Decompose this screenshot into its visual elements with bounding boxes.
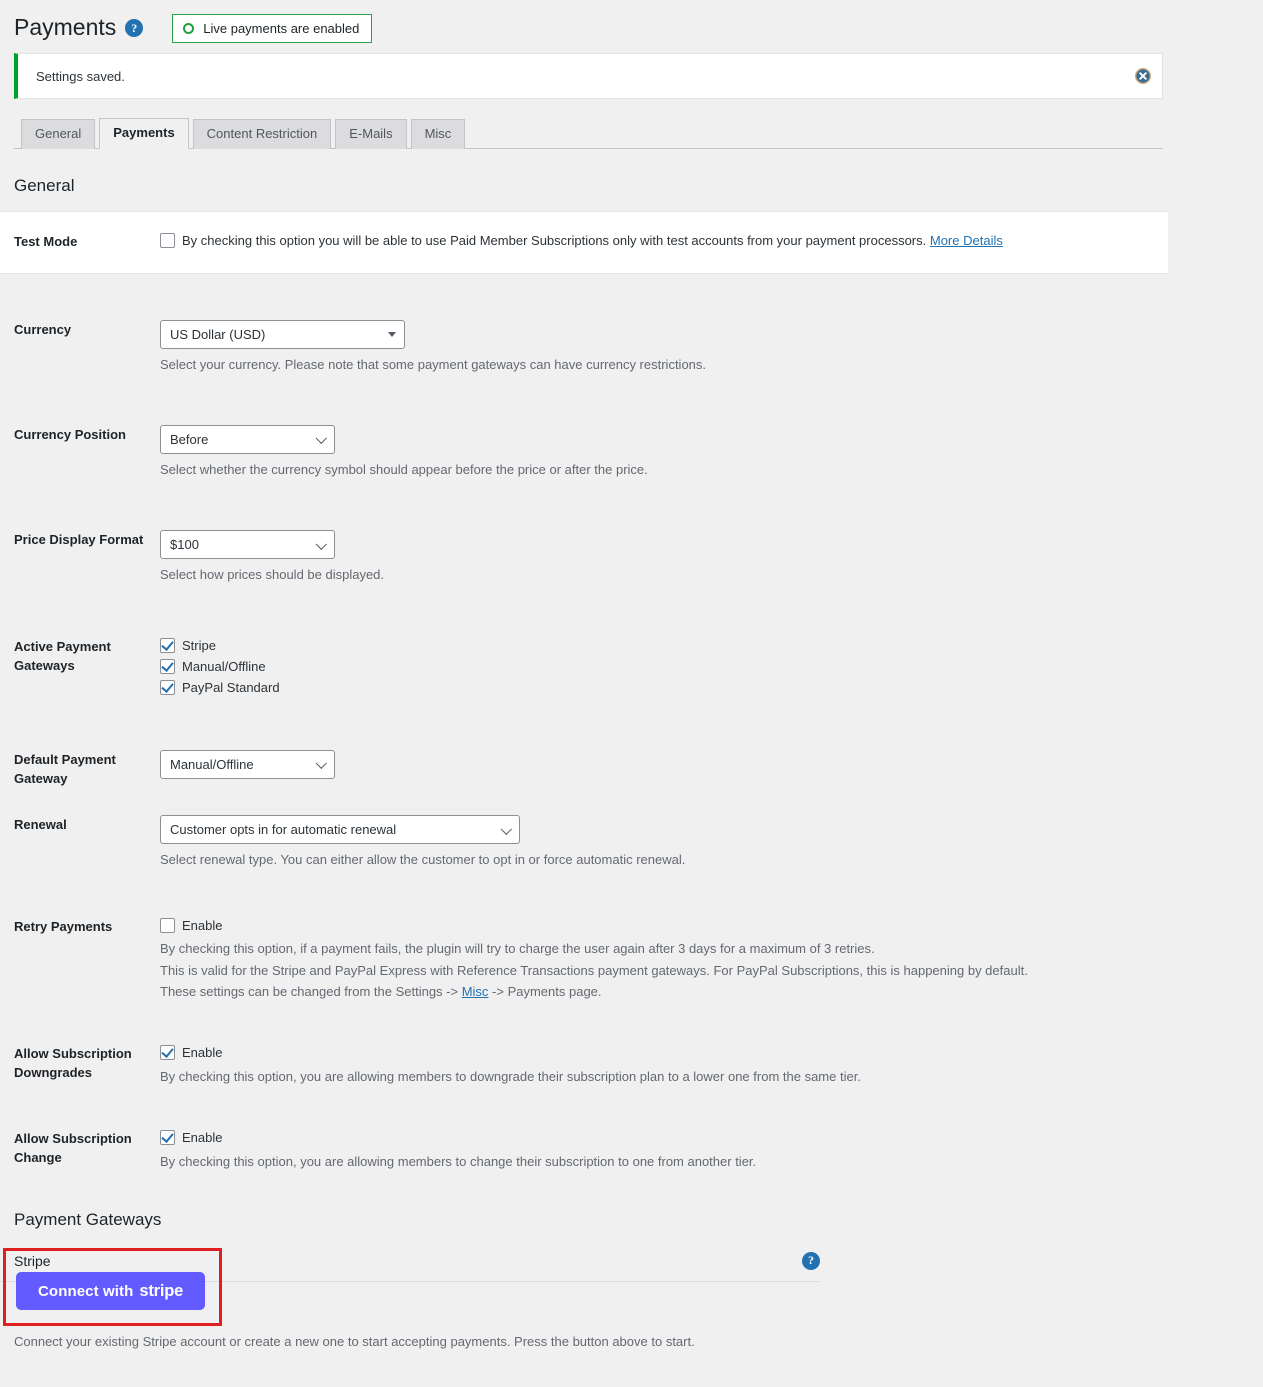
settings-saved-notice: Settings saved. bbox=[14, 53, 1163, 99]
notice-text: Settings saved. bbox=[36, 68, 125, 84]
section-title-payment-gateways: Payment Gateways bbox=[14, 1209, 162, 1229]
allow-downgrades-checkbox-label: Enable bbox=[182, 1044, 223, 1060]
gateway-checkbox-manual-offline[interactable] bbox=[160, 659, 175, 675]
retry-payments-description-line1: By checking this option, if a payment fa… bbox=[160, 941, 875, 957]
label-active-payment-gateways: Active Payment Gateways bbox=[14, 639, 111, 674]
close-circle-icon-svg bbox=[1135, 68, 1151, 84]
general-settings-table: Test Mode By checking this option you wi… bbox=[0, 211, 1168, 1172]
chevron-down-icon bbox=[315, 433, 327, 445]
chevron-down-icon bbox=[315, 538, 327, 550]
allow-downgrades-checkbox-line: Enable bbox=[160, 1044, 1168, 1063]
price-display-format-select-value: $100 bbox=[170, 537, 199, 553]
row-renewal: Renewal Customer opts in for automatic r… bbox=[0, 788, 1168, 870]
label-renewal: Renewal bbox=[14, 817, 67, 833]
gateway-checkbox-stripe[interactable] bbox=[160, 638, 175, 654]
allow-change-checkbox-line: Enable bbox=[160, 1129, 1168, 1148]
row-retry-payments: Retry Payments Enable By checking this o… bbox=[0, 871, 1168, 1002]
allow-change-checkbox-label: Enable bbox=[182, 1129, 223, 1145]
test-mode-checkbox[interactable] bbox=[160, 233, 175, 248]
chevron-down-icon bbox=[388, 332, 396, 338]
close-circle-icon[interactable] bbox=[1134, 67, 1152, 85]
page-title: Payments bbox=[14, 14, 117, 41]
chevron-down-icon bbox=[315, 757, 327, 770]
test-mode-description: By checking this option you will be able… bbox=[182, 233, 927, 248]
retry-payments-description-line3: These settings can be changed from the S… bbox=[160, 982, 1168, 1002]
label-currency-position: Currency Position bbox=[14, 426, 126, 442]
label-retry-payments: Retry Payments bbox=[14, 918, 113, 934]
currency-position-description: Select whether the currency symbol shoul… bbox=[160, 461, 648, 477]
help-icon[interactable]: ? bbox=[125, 19, 144, 37]
label-default-payment-gateway: Default Payment Gateway bbox=[14, 751, 116, 786]
row-active-payment-gateways: Active Payment Gateways Stripe Manual/Of… bbox=[0, 585, 1168, 700]
price-display-format-select[interactable]: $100 bbox=[160, 530, 335, 560]
live-payments-badge-label: Live payments are enabled bbox=[203, 20, 360, 36]
label-test-mode: Test Mode bbox=[14, 234, 78, 249]
price-display-format-description: Select how prices should be displayed. bbox=[160, 567, 385, 583]
gateway-label-manual-offline: Manual/Offline bbox=[182, 659, 266, 675]
default-payment-gateway-select[interactable]: Manual/Offline bbox=[160, 749, 335, 779]
currency-description: Select your currency. Please note that s… bbox=[160, 356, 707, 372]
misc-settings-link[interactable]: Misc bbox=[462, 984, 489, 999]
chevron-down-icon bbox=[500, 823, 512, 835]
currency-position-select-value: Before bbox=[170, 431, 209, 447]
tab-content-restriction[interactable]: Content Restriction bbox=[192, 118, 332, 149]
label-price-display-format: Price Display Format bbox=[14, 532, 144, 548]
renewal-description: Select renewal type. You can either allo… bbox=[160, 852, 686, 868]
tab-general[interactable]: General bbox=[21, 118, 96, 149]
retry-payments-checkbox-line: Enable bbox=[160, 917, 1168, 936]
allow-downgrades-checkbox[interactable] bbox=[160, 1044, 175, 1060]
tab-misc[interactable]: Misc bbox=[410, 118, 466, 149]
gateway-option-stripe: Stripe bbox=[160, 637, 1168, 656]
renewal-select[interactable]: Customer opts in for automatic renewal bbox=[160, 815, 520, 845]
retry-payments-checkbox-label: Enable bbox=[182, 917, 223, 933]
circle-ring-icon bbox=[183, 22, 195, 34]
retry-line3-pre: These settings can be changed from the S… bbox=[160, 983, 462, 999]
tab-emails[interactable]: E-Mails bbox=[335, 118, 407, 149]
retry-payments-description-line2: This is valid for the Stripe and PayPal … bbox=[160, 962, 1028, 978]
renewal-select-value: Customer opts in for automatic renewal bbox=[170, 822, 397, 838]
gateway-option-paypal-standard: PayPal Standard bbox=[160, 679, 1168, 698]
stripe-wordmark: stripe bbox=[139, 1281, 184, 1300]
label-currency: Currency bbox=[14, 321, 72, 337]
test-mode-checkbox-line: By checking this option you will be able… bbox=[160, 232, 1168, 251]
allow-change-description: By checking this option, you are allowin… bbox=[160, 1153, 757, 1169]
connect-button-prefix: Connect with bbox=[38, 1282, 134, 1300]
currency-select-value: US Dollar (USD) bbox=[170, 326, 266, 342]
connect-with-stripe-button[interactable]: Connect with stripe bbox=[16, 1272, 206, 1310]
retry-line3-post: -> Payments page. bbox=[488, 983, 602, 999]
allow-downgrades-description: By checking this option, you are allowin… bbox=[160, 1068, 861, 1084]
test-mode-checkbox-label: By checking this option you will be able… bbox=[182, 232, 1003, 251]
gateway-label-paypal-standard: PayPal Standard bbox=[182, 679, 280, 695]
row-test-mode: Test Mode By checking this option you wi… bbox=[0, 211, 1168, 274]
row-currency: Currency US Dollar (USD) Select your cur… bbox=[0, 274, 1168, 375]
allow-change-checkbox[interactable] bbox=[160, 1129, 175, 1145]
stripe-connect-note: Connect your existing Stripe account or … bbox=[14, 1334, 695, 1349]
live-payments-badge: Live payments are enabled bbox=[172, 13, 373, 43]
settings-tabs: General Payments Content Restriction E-M… bbox=[14, 117, 1163, 149]
row-price-display-format: Price Display Format $100 Select how pri… bbox=[0, 480, 1168, 585]
page-header: Payments ? Live payments are enabled bbox=[0, 0, 1263, 43]
row-allow-subscription-change: Allow Subscription Change Enable By chec… bbox=[0, 1087, 1168, 1172]
more-details-link[interactable]: More Details bbox=[930, 233, 1003, 248]
label-allow-subscription-downgrades: Allow Subscription Downgrades bbox=[14, 1045, 132, 1080]
stripe-help-icon[interactable]: ? bbox=[802, 1251, 820, 1270]
label-allow-subscription-change: Allow Subscription Change bbox=[14, 1130, 132, 1165]
gateway-checkbox-paypal-standard[interactable] bbox=[160, 679, 175, 695]
currency-position-select[interactable]: Before bbox=[160, 424, 335, 454]
row-allow-subscription-downgrades: Allow Subscription Downgrades Enable By … bbox=[0, 1002, 1168, 1087]
gateway-option-manual-offline: Manual/Offline bbox=[160, 658, 1168, 677]
currency-select[interactable]: US Dollar (USD) bbox=[160, 319, 405, 349]
retry-payments-checkbox[interactable] bbox=[160, 917, 175, 933]
tab-payments[interactable]: Payments bbox=[99, 117, 189, 149]
section-title-general: General bbox=[14, 176, 75, 195]
row-default-payment-gateway: Default Payment Gateway Manual/Offline bbox=[0, 700, 1168, 789]
gateway-label-stripe: Stripe bbox=[182, 638, 216, 654]
row-currency-position: Currency Position Before Select whether … bbox=[0, 375, 1168, 480]
default-payment-gateway-select-value: Manual/Offline bbox=[170, 756, 254, 772]
